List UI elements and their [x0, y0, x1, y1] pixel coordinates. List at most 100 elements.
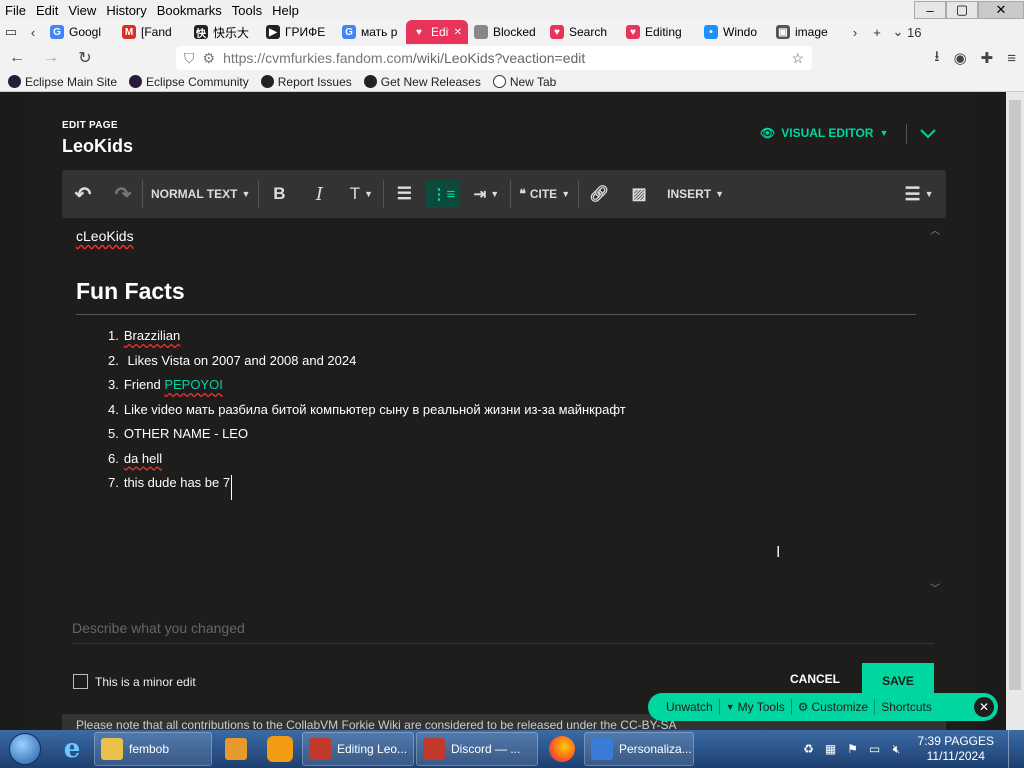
extensions-icon[interactable]: ✚ — [981, 49, 994, 67]
browser-tab[interactable]: G Googl — [44, 20, 116, 44]
cite-button[interactable]: ❝ CITE ▼ — [511, 170, 578, 218]
editor-content[interactable]: ︿ cLeoKids Fun Facts 1. Brazzilian 2. Lik… — [62, 220, 946, 600]
permissions-icon[interactable]: ⚙ — [203, 50, 216, 67]
indent-icon[interactable]: ⇥ ▼ — [462, 170, 510, 218]
new-tab-icon[interactable]: + — [866, 21, 888, 43]
flag-icon[interactable]: ⚑ — [846, 742, 860, 756]
browser-tab[interactable]: ♥ Edit ✕ — [406, 20, 468, 44]
browser-tab[interactable]: Gмать р — [336, 20, 406, 44]
start-button[interactable] — [0, 730, 50, 768]
close-icon[interactable]: ✕ — [974, 697, 994, 717]
browser-tab[interactable]: ♥ Editing — [620, 20, 698, 44]
bookmark-eclipse-community[interactable]: Eclipse Community — [129, 75, 249, 89]
browser-tab[interactable]: 快快乐大 — [188, 20, 260, 44]
image-icon[interactable]: ▨ — [619, 170, 659, 218]
show-desktop-button[interactable] — [1008, 730, 1020, 768]
page-scrollbar[interactable] — [1006, 92, 1024, 730]
bulleted-list-icon[interactable]: ☰ — [384, 170, 424, 218]
format-dropdown[interactable]: NORMAL TEXT ▼ — [143, 170, 258, 218]
scroll-down-icon[interactable]: ﹀ — [930, 580, 940, 595]
taskbar-item-discord[interactable]: Discord — ... — [416, 732, 538, 766]
insert-dropdown[interactable]: INSERT ▼ — [659, 170, 732, 218]
menu-history[interactable]: History — [101, 3, 151, 18]
list-item[interactable]: 3. Friend PEPOYOI — [108, 377, 626, 402]
taskbar-item-fembob[interactable]: fembob — [94, 732, 212, 766]
close-window-button[interactable]: ✕ — [978, 1, 1024, 19]
unwatch-button[interactable]: Unwatch — [660, 700, 719, 714]
clock[interactable]: 7:39 PAGGES 11/11/2024 — [912, 734, 1000, 764]
browser-tab[interactable]: M [Fand — [116, 20, 188, 44]
forward-icon[interactable]: → — [34, 44, 68, 72]
browser-tab[interactable]: ♥ Search — [544, 20, 620, 44]
close-tab-icon[interactable]: ✕ — [454, 27, 462, 38]
back-icon[interactable]: ← — [0, 44, 34, 72]
tab-count[interactable]: ⌄ 16 — [888, 21, 926, 43]
menu-file[interactable]: File — [0, 3, 31, 18]
bookmark-star-icon[interactable]: ☆ — [791, 50, 804, 67]
list-item[interactable]: 7. this dude has be 7 — [108, 475, 626, 500]
bookmark-new-tab[interactable]: New Tab — [492, 75, 556, 89]
list-item[interactable]: 1. Brazzilian — [108, 328, 626, 353]
list-item[interactable]: 5. OTHER NAME - LEO — [108, 426, 626, 451]
firefox-icon[interactable] — [540, 732, 584, 766]
list-item[interactable]: 6. da hell — [108, 451, 626, 476]
chevron-down-icon: ⌄ — [892, 24, 904, 39]
visual-editor-switch[interactable]: 👁︎ VISUAL EDITOR ▼ — [760, 126, 888, 140]
my-tools-button[interactable]: ▼ My Tools — [720, 700, 791, 714]
customize-button[interactable]: ⚙ Customize — [792, 700, 874, 714]
tab-overview-icon[interactable]: ▭ — [0, 21, 22, 43]
scroll-tabs-right-icon[interactable]: › — [844, 21, 866, 43]
bookmark-eclipse-main[interactable]: Eclipse Main Site — [8, 75, 117, 89]
minimize-button[interactable]: – — [914, 1, 946, 19]
italic-icon[interactable]: I — [299, 170, 339, 218]
collapse-chevron-icon[interactable] — [918, 124, 938, 144]
redo-icon[interactable]: ↷ — [104, 170, 142, 218]
maximize-button[interactable]: ▢ — [946, 1, 978, 19]
volume-muted-icon[interactable]: 🔇︎ — [890, 742, 904, 756]
address-bar[interactable]: ⛉ ⚙ https://cvmfurkies.fandom.com/wiki/L… — [176, 46, 812, 70]
page-title: LeoKids — [62, 136, 134, 156]
browser-tab[interactable]: • Windo — [698, 20, 770, 44]
network-icon[interactable]: ▭ — [868, 742, 882, 756]
bookmark-report-issues[interactable]: Report Issues — [260, 75, 352, 89]
link-icon[interactable]: 🔗︎ — [579, 170, 619, 218]
browser-tab[interactable]: ▣ image — [770, 20, 844, 44]
download-icon[interactable]: ⭳ — [934, 46, 939, 71]
media-player-icon[interactable] — [214, 732, 258, 766]
scrollbar-thumb[interactable] — [1009, 100, 1021, 690]
reload-icon[interactable]: ↻ — [68, 44, 102, 72]
scroll-up-icon[interactable]: ︿ — [930, 222, 940, 237]
checkbox-icon[interactable] — [73, 674, 88, 689]
taskbar-item-personalization[interactable]: Personaliza... — [584, 732, 694, 766]
more-options-icon[interactable]: ☰ ▼ — [892, 170, 946, 218]
taskbar-item-editing[interactable]: Editing Leo... — [302, 732, 414, 766]
bold-icon[interactable]: B — [259, 170, 299, 218]
uc-browser-icon[interactable] — [258, 732, 302, 766]
edit-summary-input[interactable]: Describe what you changed — [72, 620, 934, 644]
account-icon[interactable]: ◉ — [954, 49, 967, 67]
list-item[interactable]: 2. Likes Vista on 2007 and 2008 and 2024 — [108, 353, 626, 378]
list-item[interactable]: 4. Like video мать разбила битой компьюте… — [108, 402, 626, 427]
menu-bookmarks[interactable]: Bookmarks — [152, 3, 227, 18]
cancel-button[interactable]: CANCEL — [790, 672, 840, 686]
numbered-list-icon[interactable]: ⋮≡ — [426, 180, 461, 208]
tab-title: image — [795, 25, 828, 39]
browser-tab[interactable]: ▶ ГРИФЕ — [260, 20, 336, 44]
menu-tools[interactable]: Tools — [227, 3, 267, 18]
app-menu-icon[interactable]: ≡ — [1007, 50, 1016, 67]
text-style-icon[interactable]: T ▼ — [339, 170, 383, 218]
shortcuts-button[interactable]: Shortcuts — [875, 700, 938, 714]
bookmark-get-releases[interactable]: Get New Releases — [363, 75, 481, 89]
network-sync-icon[interactable]: ♻ — [802, 742, 816, 756]
minor-edit-checkbox[interactable]: This is a minor edit — [73, 674, 196, 689]
friend-link[interactable]: PEPOYOI — [164, 377, 223, 402]
device-icon[interactable]: ▦ — [824, 742, 838, 756]
scroll-tabs-left-icon[interactable]: ‹ — [22, 21, 44, 43]
menu-help[interactable]: Help — [267, 3, 304, 18]
browser-tab[interactable]: Blocked by — [468, 20, 544, 44]
menu-view[interactable]: View — [63, 3, 101, 18]
internet-explorer-icon[interactable]: e — [50, 732, 94, 766]
menu-edit[interactable]: Edit — [31, 3, 63, 18]
shield-icon[interactable]: ⛉ — [184, 50, 195, 67]
undo-icon[interactable]: ↶ — [62, 170, 104, 218]
